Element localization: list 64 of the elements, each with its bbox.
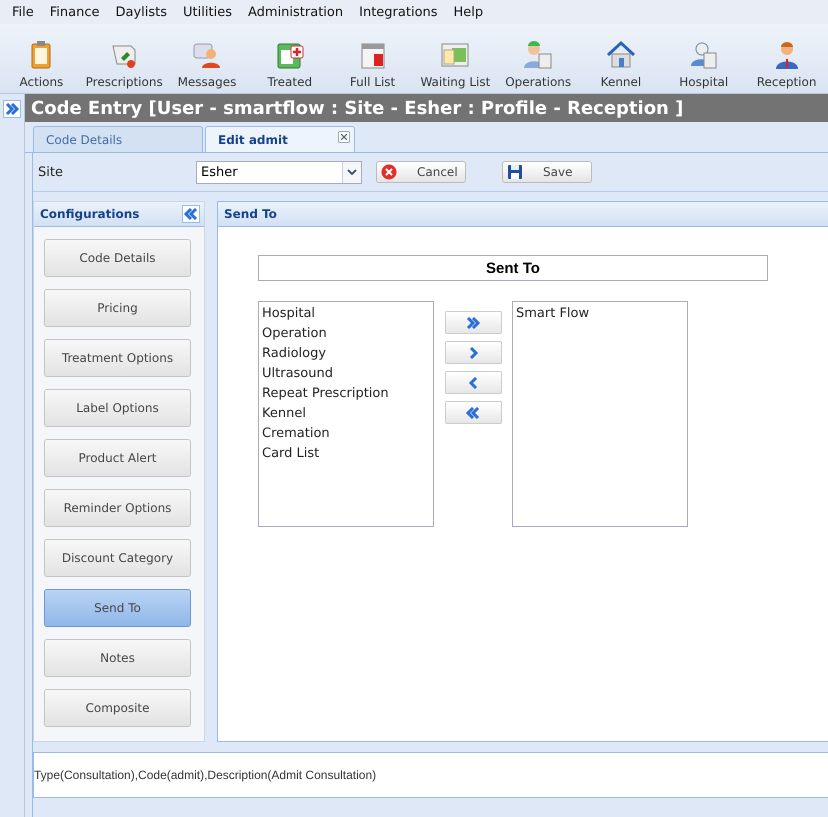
menu-item[interactable]: Help bbox=[446, 4, 492, 20]
double-chevron-right-icon bbox=[5, 103, 19, 115]
caret-icon bbox=[347, 169, 357, 175]
list-heading: Sent To bbox=[258, 255, 768, 281]
chevron-left-icon bbox=[468, 376, 478, 388]
list-item[interactable]: Operation bbox=[262, 326, 430, 341]
configuration-button[interactable]: Composite bbox=[44, 689, 191, 727]
configuration-button[interactable]: Product Alert bbox=[44, 439, 191, 477]
configuration-button[interactable]: Treatment Options bbox=[44, 339, 191, 377]
toolbar-label[interactable]: Kennel bbox=[600, 75, 642, 89]
list-item[interactable]: Cremation bbox=[262, 426, 430, 441]
configuration-button[interactable]: Code Details bbox=[44, 239, 191, 277]
list-item[interactable]: Radiology bbox=[262, 346, 430, 361]
toolbar-label[interactable]: Treated bbox=[267, 75, 312, 89]
configuration-button[interactable]: Discount Category bbox=[44, 539, 191, 577]
toolbar-label[interactable]: Reception bbox=[756, 75, 816, 89]
list-item[interactable]: Kennel bbox=[262, 406, 430, 421]
toolbar-label[interactable]: Actions bbox=[19, 75, 64, 89]
configuration-button[interactable]: Notes bbox=[44, 639, 191, 677]
toolbar-label[interactable]: Operations bbox=[505, 75, 572, 89]
tab[interactable]: Edit admit bbox=[205, 126, 355, 152]
configuration-button[interactable]: Pricing bbox=[44, 289, 191, 327]
save-button[interactable]: Save bbox=[502, 161, 592, 183]
toolbar-label[interactable]: Hospital bbox=[679, 75, 728, 89]
menu-item[interactable]: Administration bbox=[240, 4, 352, 20]
available-list[interactable]: Hospital Operation Radiology Ultrasound Repeat Prescription Kennel Cremation Card List bbox=[258, 301, 434, 527]
menu-item[interactable]: Utilities bbox=[175, 4, 240, 20]
summary-text: Type(Consultation),Code(admit),Description(Admit Consultation) bbox=[34, 768, 376, 782]
selected-list[interactable]: Smart Flow bbox=[512, 301, 688, 527]
tab[interactable]: Code Details bbox=[33, 126, 203, 152]
list-item[interactable]: Ultrasound bbox=[262, 366, 430, 381]
toolbar-label[interactable]: Prescriptions bbox=[86, 75, 163, 89]
collapse-button[interactable] bbox=[182, 205, 200, 223]
move-button[interactable] bbox=[444, 311, 502, 334]
move-button[interactable] bbox=[444, 371, 502, 394]
cancel-button[interactable]: Cancel bbox=[376, 161, 466, 183]
list-item[interactable]: Card List bbox=[262, 446, 430, 461]
list-item[interactable]: Smart Flow bbox=[516, 306, 684, 321]
menu-item[interactable]: Integrations bbox=[351, 4, 446, 20]
configuration-button[interactable]: Send To bbox=[44, 589, 191, 627]
panel-title: Configurations bbox=[40, 207, 140, 221]
menu-item[interactable]: Daylists bbox=[108, 4, 176, 20]
toolbar-label[interactable]: Messages bbox=[178, 75, 236, 89]
double-chevron-right-icon bbox=[466, 316, 480, 328]
chevron-right-icon bbox=[468, 346, 478, 358]
configuration-button[interactable]: Reminder Options bbox=[44, 489, 191, 527]
site-label: Site bbox=[38, 164, 64, 180]
move-button[interactable] bbox=[444, 401, 502, 424]
configuration-button[interactable]: Label Options bbox=[44, 389, 191, 427]
menu-item[interactable]: File bbox=[4, 4, 42, 20]
close-icon bbox=[381, 164, 397, 180]
menu-item[interactable]: Finance bbox=[42, 4, 108, 20]
toolbar-label[interactable]: Waiting List bbox=[420, 75, 490, 89]
close-icon[interactable] bbox=[338, 131, 350, 143]
site-dropdown[interactable]: Esher bbox=[196, 160, 362, 184]
window-title: Code Entry [User - smartflow : Site - Esher : Profile - Reception ] bbox=[25, 94, 828, 122]
expand-button[interactable] bbox=[3, 100, 21, 118]
double-chevron-left-icon bbox=[184, 208, 198, 220]
list-item[interactable]: Repeat Prescription bbox=[262, 386, 430, 401]
move-button[interactable] bbox=[444, 341, 502, 364]
list-item[interactable]: Hospital bbox=[262, 306, 430, 321]
toolbar-label[interactable]: Full List bbox=[350, 75, 396, 89]
double-chevron-left-icon bbox=[466, 406, 480, 418]
panel-title: Send To bbox=[224, 207, 277, 221]
